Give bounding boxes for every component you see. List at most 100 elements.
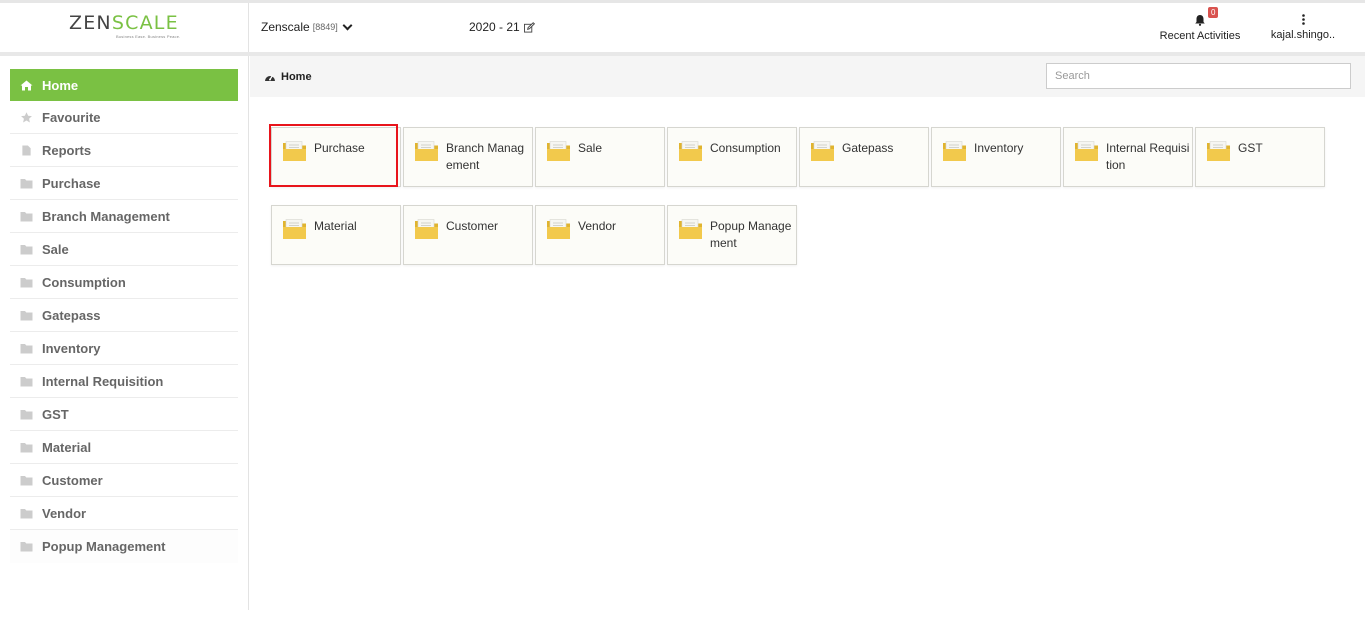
folder-icon (679, 141, 702, 161)
module-tile-label: Gatepass (842, 141, 894, 155)
more-vertical-icon (1301, 14, 1305, 25)
sidebar-item-label: Home (42, 77, 79, 93)
dashboard-icon (265, 75, 275, 81)
sidebar-item-home[interactable]: Home (10, 69, 238, 101)
sidebar-item-label: Favourite (42, 109, 101, 125)
module-tile-label: Customer (446, 219, 499, 233)
module-tile-customer[interactable]: Customer (403, 205, 533, 265)
sidebar-item-material[interactable]: Material (10, 431, 238, 464)
module-tile-branch-management[interactable]: Branch Management (403, 127, 533, 187)
sidebar-item-label: Sale (42, 241, 69, 257)
folder-icon (20, 211, 33, 221)
financial-year-selector[interactable]: 2020 - 21 (469, 20, 535, 34)
breadcrumb-bar: Home (250, 56, 1365, 97)
company-name: Zenscale (261, 20, 310, 34)
logo-text-mid: SC (111, 12, 140, 34)
sidebar-item-customer[interactable]: Customer (10, 464, 238, 497)
module-tile-gatepass[interactable]: Gatepass (799, 127, 929, 187)
folder-icon (20, 310, 33, 320)
sidebar-item-purchase[interactable]: Purchase (10, 167, 238, 200)
sidebar-item-sale[interactable]: Sale (10, 233, 238, 266)
file-icon (22, 144, 31, 156)
sidebar-item-favourite[interactable]: Favourite (10, 101, 238, 134)
top-header: ZENSCALE Business Ease. Business Peace. … (0, 0, 1365, 56)
notification-badge: 0 (1208, 7, 1219, 18)
logo-text-right: LE (153, 12, 179, 34)
folder-icon (283, 141, 306, 161)
sidebar-menu: Home Favourite Reports Purchase Branch M… (10, 69, 238, 563)
breadcrumb-label: Home (281, 71, 312, 83)
module-tile-vendor[interactable]: Vendor (535, 205, 665, 265)
sidebar-item-gatepass[interactable]: Gatepass (10, 299, 238, 332)
home-icon (20, 80, 33, 90)
folder-icon (679, 219, 702, 239)
module-tile-consumption[interactable]: Consumption (667, 127, 797, 187)
sidebar-item-inventory[interactable]: Inventory (10, 332, 238, 365)
folder-icon (20, 277, 33, 287)
star-icon (21, 111, 32, 122)
sidebar-item-label: Internal Requisition (42, 373, 164, 389)
folder-icon (547, 219, 570, 239)
folder-icon (20, 508, 33, 518)
sidebar-item-label: Gatepass (42, 307, 101, 323)
module-tile-label: Popup Management (710, 219, 792, 250)
folder-icon (415, 141, 438, 161)
edit-icon[interactable] (523, 21, 535, 33)
sidebar-item-label: Popup Management (42, 539, 166, 554)
module-tile-sale[interactable]: Sale (535, 127, 665, 187)
module-tile-label: Consumption (710, 141, 781, 155)
folder-icon (20, 343, 33, 353)
module-tile-popup-management[interactable]: Popup Management (667, 205, 797, 265)
folder-icon (20, 542, 33, 552)
sidebar-item-branch-management[interactable]: Branch Management (10, 200, 238, 233)
folder-icon (1207, 141, 1230, 161)
sidebar-item-label: Vendor (42, 505, 87, 521)
financial-year: 2020 - 21 (469, 20, 520, 34)
module-tile-inventory[interactable]: Inventory (931, 127, 1061, 187)
sidebar-item-popup-management[interactable]: Popup Management (10, 530, 238, 563)
module-tile-label: Vendor (578, 219, 617, 233)
sidebar-item-label: Material (42, 439, 92, 455)
sidebar-item-label: Customer (42, 472, 103, 488)
company-selector[interactable]: Zenscale [8849] (261, 20, 353, 34)
search-input[interactable] (1046, 63, 1351, 89)
sidebar-item-label: Purchase (42, 175, 101, 191)
module-tile-label: Purchase (314, 141, 365, 155)
folder-icon (547, 141, 570, 161)
folder-icon (20, 409, 33, 419)
recent-activities-button[interactable]: Recent Activities (1150, 9, 1250, 42)
folder-icon (20, 376, 33, 386)
sidebar-item-gst[interactable]: GST (10, 398, 238, 431)
module-tile-label: Material (314, 219, 357, 233)
sidebar-item-label: Branch Management (42, 208, 170, 224)
module-tile-label: GST (1238, 141, 1263, 155)
folder-icon (415, 219, 438, 239)
module-tile-label: Branch Management (446, 141, 525, 172)
module-tile-label: Sale (578, 141, 603, 155)
logo-area[interactable]: ZENSCALE Business Ease. Business Peace. (0, 3, 249, 52)
company-code: [8849] (312, 22, 338, 32)
module-tile-purchase[interactable]: Purchase (271, 127, 401, 187)
sidebar-item-vendor[interactable]: Vendor (10, 497, 238, 530)
module-tile-gst[interactable]: GST (1195, 127, 1325, 187)
user-menu[interactable]: kajal.shingo.. (1268, 9, 1338, 41)
folder-icon (20, 178, 33, 188)
module-tile-internal-requisition[interactable]: Internal Requisition (1063, 127, 1193, 187)
user-name: kajal.shingo.. (1270, 29, 1336, 41)
breadcrumb[interactable]: Home (264, 71, 312, 83)
sidebar-item-reports[interactable]: Reports (10, 134, 238, 167)
folder-icon (943, 141, 966, 161)
folder-icon (1075, 141, 1098, 161)
sidebar-item-internal-requisition[interactable]: Internal Requisition (10, 365, 238, 398)
sidebar-item-label: Consumption (42, 274, 126, 290)
module-tile-material[interactable]: Material (271, 205, 401, 265)
logo-text-accent: A (139, 12, 154, 34)
chevron-down-icon (342, 20, 353, 30)
module-tile-label: Inventory (974, 141, 1024, 155)
sidebar-item-consumption[interactable]: Consumption (10, 266, 238, 299)
sidebar: Home Favourite Reports Purchase Branch M… (0, 56, 249, 610)
module-tile-label: Internal Requisition (1106, 141, 1190, 172)
folder-icon (20, 244, 33, 254)
folder-icon (20, 475, 33, 485)
sidebar-item-label: GST (42, 406, 69, 422)
